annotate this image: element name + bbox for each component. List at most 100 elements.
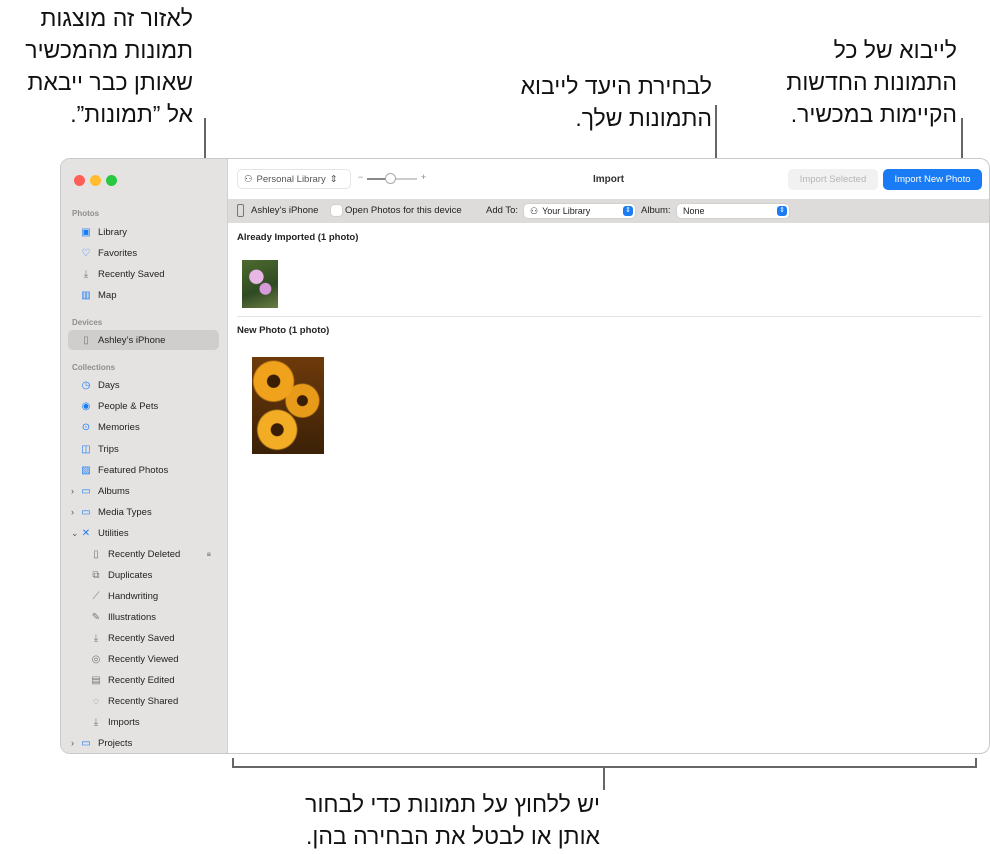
projects-icon: ▭ xyxy=(81,737,91,749)
section-header: Collections xyxy=(72,363,116,372)
sidebar-item-projects[interactable]: › ▭ Projects xyxy=(68,733,219,753)
library-icon: ▣ xyxy=(81,226,91,238)
minimize-button[interactable] xyxy=(90,175,101,186)
label: Utilities xyxy=(98,527,129,539)
callout-line: לייבוא של כל xyxy=(833,37,957,63)
chevron-right-icon[interactable]: › xyxy=(71,486,74,496)
callout-line: התמונות שלך. xyxy=(575,105,712,131)
sidebar-item-albums[interactable]: › ▭ Albums xyxy=(68,481,219,501)
leader-line xyxy=(975,758,977,768)
import-icon: ⤓ xyxy=(93,716,99,728)
label: Map xyxy=(98,289,117,301)
section-header: Devices xyxy=(72,318,103,327)
callout-already-imported: לאזור זה מוצגות תמונות מהמכשיר שאותן כבר י… xyxy=(0,2,193,130)
add-to-select[interactable]: ⚇ Your Library ⇕ xyxy=(524,204,635,218)
chevron-right-icon[interactable]: › xyxy=(71,738,74,748)
label: Imports xyxy=(108,716,140,728)
sidebar-item-imports[interactable]: ⤓ Imports xyxy=(68,712,219,732)
sidebar-item-iphone[interactable]: ▯ Ashley’s iPhone xyxy=(68,330,219,350)
album-label: Album: xyxy=(641,205,671,216)
leader-line xyxy=(603,766,605,790)
label: Ashley’s iPhone xyxy=(98,334,166,346)
iphone-icon xyxy=(237,204,244,217)
label: Projects xyxy=(98,737,133,749)
sidebar-item-handwriting[interactable]: ⟋ Handwriting xyxy=(68,586,219,606)
sidebar-item-map[interactable]: ▥ Map xyxy=(68,285,219,305)
sidebar-item-recently-edited[interactable]: ▤ Recently Edited xyxy=(68,670,219,690)
map-icon: ▥ xyxy=(81,289,91,301)
sidebar-item-favorites[interactable]: ♡ Favorites xyxy=(68,243,219,263)
window-title: Import xyxy=(593,174,625,185)
media-types-icon: ▭ xyxy=(81,506,91,518)
sidebar-item-people-pets[interactable]: ◉ People & Pets xyxy=(68,396,219,416)
sidebar-item-recently-deleted[interactable]: ▯ Recently Deleted 🔒︎ xyxy=(68,544,219,564)
label: Trips xyxy=(98,443,119,455)
sidebar-item-library[interactable]: ▣ Library xyxy=(68,222,219,242)
open-photos-label: Open Photos for this device xyxy=(345,205,462,216)
callout-line: לבחירת היעד לייבוא xyxy=(520,73,712,99)
eye-icon: ◎ xyxy=(91,653,101,665)
callout-import-all: לייבוא של כל התמונות החדשות הקיימות במכשיר… xyxy=(737,34,957,130)
sidebar-item-media-types[interactable]: › ▭ Media Types xyxy=(68,502,219,522)
sidebar-item-featured[interactable]: ▨ Featured Photos xyxy=(68,460,219,480)
sidebar-item-memories[interactable]: ⊙ Memories xyxy=(68,417,219,437)
callout-line: לאזור זה מוצגות xyxy=(40,5,193,31)
sidebar-item-recently-viewed[interactable]: ◎ Recently Viewed xyxy=(68,649,219,669)
label: Recently Saved xyxy=(98,268,165,280)
edit-icon: ▤ xyxy=(91,674,101,686)
value: Your Library xyxy=(542,206,591,216)
lock-icon: 🔒︎ xyxy=(206,549,211,558)
trash-icon: ▯ xyxy=(93,548,99,560)
shared-icon: ◌ xyxy=(93,695,99,707)
divider xyxy=(237,316,982,317)
label: Personal Library xyxy=(256,173,326,185)
sidebar-item-duplicates[interactable]: ⧉ Duplicates xyxy=(68,565,219,585)
import-options-bar: Ashley’s iPhone Open Photos for this dev… xyxy=(228,199,989,223)
leader-line xyxy=(232,758,234,768)
person-icon: ◉ xyxy=(81,400,91,412)
label: Handwriting xyxy=(108,590,159,602)
already-imported-header: Already Imported (1 photo) xyxy=(237,232,359,243)
updown-chevron-icon: ⇕ xyxy=(623,206,633,216)
label: Albums xyxy=(98,485,130,497)
label: People & Pets xyxy=(98,400,159,412)
sidebar-item-recently-shared[interactable]: ◌ Recently Shared xyxy=(68,691,219,711)
slider-knob[interactable] xyxy=(384,173,396,184)
sidebar-item-illustrations[interactable]: ✎ Illustrations xyxy=(68,607,219,627)
library-selector[interactable]: ⚇ Personal Library ⇕ xyxy=(237,169,351,189)
callout-line: שאותן כבר ייבאת xyxy=(27,69,193,95)
pen-icon: ⟋ xyxy=(92,590,100,602)
album-select[interactable]: None ⇕ xyxy=(677,204,789,218)
close-button[interactable] xyxy=(74,175,85,186)
zoom-button[interactable] xyxy=(106,175,117,186)
suitcase-icon: ◫ xyxy=(81,443,91,455)
import-selected-button[interactable]: Import Selected xyxy=(788,169,878,190)
label: Days xyxy=(98,379,120,391)
label: Duplicates xyxy=(108,569,153,581)
updown-chevron-icon: ⇕ xyxy=(329,173,338,185)
callout-line: יש ללחוץ על תמונות כדי לבחור xyxy=(305,791,600,817)
already-imported-photo-thumbnail[interactable] xyxy=(242,260,278,308)
illustration-icon: ✎ xyxy=(91,611,101,623)
import-new-photo-button[interactable]: Import New Photo xyxy=(883,169,982,190)
sidebar-item-trips[interactable]: ◫ Trips xyxy=(68,439,219,459)
callout-select-photos: יש ללחוץ על תמונות כדי לבחור אותן או לבטל… xyxy=(200,788,600,852)
chevron-right-icon[interactable]: › xyxy=(71,507,74,517)
sidebar-item-days[interactable]: ◷ Days xyxy=(68,375,219,395)
new-photo-header: New Photo (1 photo) xyxy=(237,325,330,336)
thumbnail-size-slider[interactable] xyxy=(367,173,417,184)
sidebar-item-recently-saved[interactable]: ⤓ Recently Saved xyxy=(68,264,219,284)
download-icon: ⤓ xyxy=(83,268,89,280)
sidebar-item-util-recently-saved[interactable]: ⤓ Recently Saved xyxy=(68,628,219,648)
heart-icon: ♡ xyxy=(81,247,91,259)
new-photo-thumbnail[interactable] xyxy=(252,357,324,454)
zoom-in-label: + xyxy=(421,172,427,182)
open-photos-checkbox[interactable] xyxy=(331,205,342,216)
photos-import-window: Photos ▣ Library ♡ Favorites ⤓ Recently Sav… xyxy=(60,158,990,754)
sidebar-item-utilities[interactable]: ⌄ ✕ Utilities xyxy=(68,523,219,543)
label: Recently Saved xyxy=(108,632,175,644)
device-name: Ashley’s iPhone xyxy=(251,205,319,216)
label: Recently Edited xyxy=(108,674,175,686)
chevron-down-icon[interactable]: ⌄ xyxy=(71,528,79,539)
album-icon: ▭ xyxy=(81,485,91,497)
